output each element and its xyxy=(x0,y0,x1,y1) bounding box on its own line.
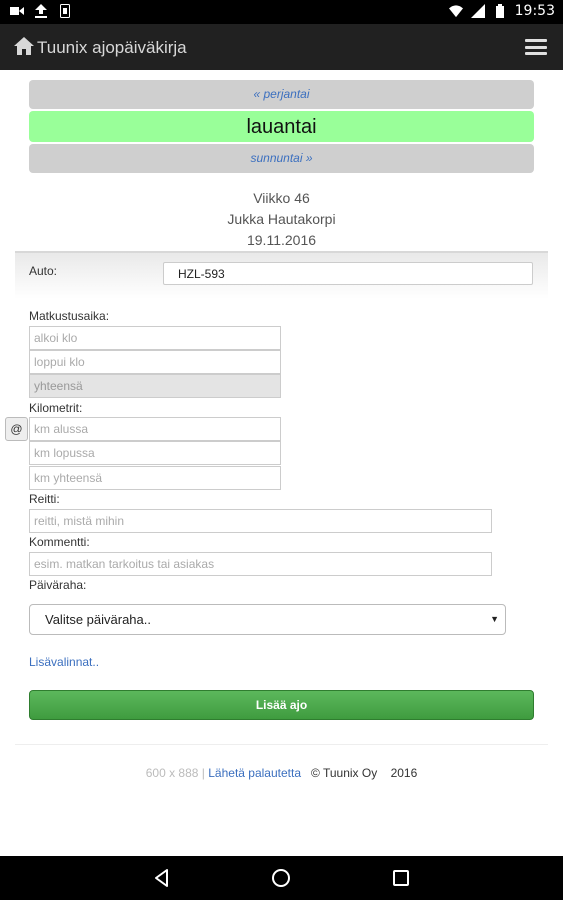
status-time: 19:53 xyxy=(514,3,555,19)
app-title[interactable]: Tuunix ajopäiväkirja xyxy=(37,38,187,58)
date-label: 19.11.2016 xyxy=(246,232,317,248)
screen-size: 600 x 888 xyxy=(145,766,199,780)
fetch-km-button[interactable]: @ xyxy=(5,417,28,441)
caret-down-icon: ▼ xyxy=(490,614,499,624)
upload-icon xyxy=(34,4,48,18)
device-icon xyxy=(58,4,72,18)
km-start-input[interactable]: km alussa xyxy=(29,417,281,441)
recents-icon[interactable] xyxy=(391,868,411,888)
signal-icon xyxy=(470,4,485,18)
footer: 600 x 888 | Lähetä palautetta © Tuunix O… xyxy=(0,766,563,780)
navigation-bar xyxy=(0,856,563,900)
comment-input[interactable]: esim. matkan tarkoitus tai asiakas xyxy=(29,552,492,576)
kilometers-label: Kilometrit: xyxy=(29,401,83,415)
home-icon[interactable] xyxy=(14,37,34,57)
previous-day-button[interactable]: « perjantai xyxy=(29,80,534,109)
feedback-link[interactable]: Lähetä palautetta xyxy=(208,766,301,780)
car-field[interactable]: HZL-593 xyxy=(163,262,533,285)
wifi-icon xyxy=(448,4,463,18)
route-input[interactable]: reitti, mistä mihin xyxy=(29,509,492,533)
driver-name: Jukka Hautakorpi xyxy=(227,211,336,227)
start-time-input[interactable]: alkoi klo xyxy=(29,326,281,350)
home-circle-icon[interactable] xyxy=(271,868,291,888)
footer-separator: | xyxy=(201,766,205,780)
car-label: Auto: xyxy=(29,264,58,278)
week-number: Viikko 46 xyxy=(253,190,310,206)
add-trip-button[interactable]: Lisää ajo xyxy=(29,690,534,720)
current-day: lauantai xyxy=(29,111,534,142)
more-options-link[interactable]: Lisävalinnat.. xyxy=(29,655,99,669)
app-bar: Tuunix ajopäiväkirja xyxy=(0,24,563,70)
menu-icon[interactable] xyxy=(525,39,547,55)
back-icon[interactable] xyxy=(152,868,172,888)
travel-time-label: Matkustusaika: xyxy=(29,309,110,323)
total-time-field: yhteensä xyxy=(29,374,281,398)
end-time-input[interactable]: loppui klo xyxy=(29,350,281,374)
allowance-selected-value: Valitse päiväraha.. xyxy=(45,612,151,627)
next-day-button[interactable]: sunnuntai » xyxy=(29,144,534,173)
divider xyxy=(15,744,548,745)
comment-label: Kommentti: xyxy=(29,535,90,549)
allowance-select[interactable]: Valitse päiväraha.. ▼ xyxy=(29,604,506,635)
video-icon xyxy=(10,4,24,18)
copyright-year: 2016 xyxy=(390,766,418,780)
route-label: Reitti: xyxy=(29,492,60,506)
allowance-label: Päiväraha: xyxy=(29,578,87,592)
km-total-input[interactable]: km yhteensä xyxy=(29,466,281,490)
battery-icon xyxy=(493,4,507,18)
copyright: © Tuunix Oy xyxy=(311,766,378,780)
status-bar: 19:53 xyxy=(0,0,563,24)
km-end-input[interactable]: km lopussa xyxy=(29,441,281,465)
